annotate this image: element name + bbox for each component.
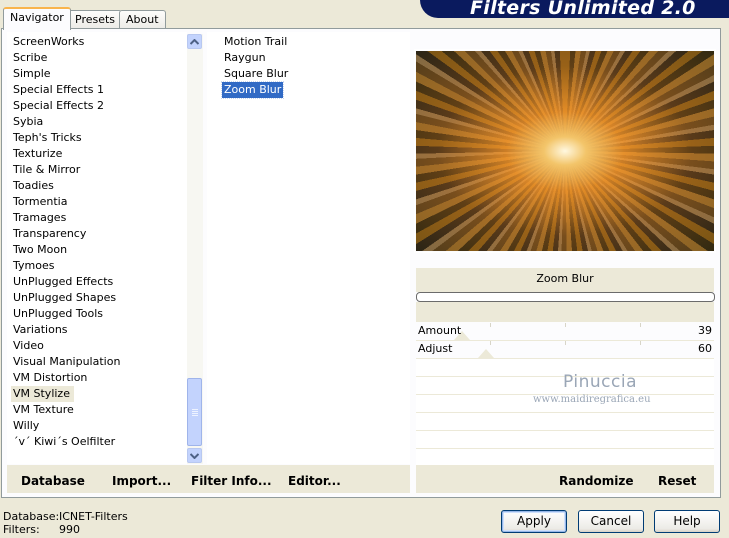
status-database-label: Database: [3, 510, 60, 523]
category-item[interactable]: Willy [13, 418, 39, 434]
help-button[interactable]: Help [654, 510, 720, 533]
category-item[interactable]: Tramages [13, 210, 66, 226]
slider-header [416, 302, 714, 322]
randomize-button[interactable]: Randomize [559, 474, 633, 488]
cancel-button[interactable]: Cancel [578, 510, 644, 533]
preview-filter-name: Zoom Blur [416, 268, 714, 292]
filter-item[interactable]: Raygun [222, 50, 268, 66]
param-row-empty [416, 431, 714, 449]
apply-button[interactable]: Apply [501, 510, 567, 533]
preview-image [416, 51, 714, 251]
category-item[interactable]: Texturize [13, 146, 62, 162]
reset-button[interactable]: Reset [658, 474, 696, 488]
scroll-down-button[interactable] [187, 448, 202, 463]
param-row-amount[interactable]: Amount 39 [416, 323, 714, 341]
filter-item[interactable]: Motion Trail [222, 34, 289, 50]
watermark-url: www.maidiregrafica.eu [533, 394, 651, 405]
chevron-up-icon [190, 38, 199, 45]
category-item[interactable]: Tymoes [13, 258, 54, 274]
tab-presets[interactable]: Presets [68, 10, 123, 29]
param-value[interactable]: 39 [698, 324, 712, 337]
filter-item[interactable]: Square Blur [222, 66, 290, 82]
category-item[interactable]: UnPlugged Tools [13, 306, 103, 322]
category-item[interactable]: Variations [13, 322, 68, 338]
category-item[interactable]: Special Effects 1 [13, 82, 104, 98]
category-item[interactable]: Toadies [13, 178, 54, 194]
category-item[interactable]: Teph's Tricks [13, 130, 82, 146]
param-label: Amount [418, 324, 462, 337]
category-item[interactable]: UnPlugged Effects [13, 274, 113, 290]
category-list[interactable]: ScreenWorks Scribe Simple Special Effects 1… [7, 32, 187, 464]
editor-button[interactable]: Editor... [288, 474, 341, 488]
category-item[interactable]: UnPlugged Shapes [13, 290, 116, 306]
category-item[interactable]: Special Effects 2 [13, 98, 104, 114]
category-item[interactable]: ´v´ Kiwi´s Oelfilter [13, 434, 115, 450]
status-database-value: ICNET-Filters [59, 510, 128, 523]
category-item[interactable]: Simple [13, 66, 51, 82]
scroll-thumb[interactable] [187, 378, 202, 446]
param-row-adjust[interactable]: Adjust 60 [416, 341, 714, 359]
filter-list[interactable]: Motion Trail Raygun Square Blur Zoom Blur [207, 32, 410, 464]
chevron-down-icon [190, 452, 199, 459]
category-item[interactable]: Tile & Mirror [13, 162, 80, 178]
database-button[interactable]: Database [21, 474, 85, 488]
category-item[interactable]: Scribe [13, 50, 47, 66]
category-item[interactable]: Sybia [13, 114, 43, 130]
filter-info-button[interactable]: Filter Info... [191, 474, 272, 488]
category-item[interactable]: VM Texture [13, 402, 74, 418]
progress-bar [416, 292, 715, 302]
category-item[interactable]: VM Stylize [11, 386, 74, 402]
app-title: Filters Unlimited 2.0 [470, 0, 696, 19]
param-label: Adjust [418, 342, 453, 355]
category-scrollbar[interactable] [187, 34, 203, 464]
adjust-slider-marker[interactable] [478, 349, 494, 358]
category-item[interactable]: Visual Manipulation [13, 354, 120, 370]
category-item[interactable]: Video [13, 338, 44, 354]
category-item[interactable]: Transparency [13, 226, 86, 242]
category-item[interactable]: ScreenWorks [13, 34, 84, 50]
watermark-name: Pinuccia [563, 372, 637, 392]
category-item[interactable]: Two Moon [13, 242, 67, 258]
tab-about[interactable]: About [119, 10, 166, 29]
status-filters-value: 990 [59, 523, 80, 536]
param-value[interactable]: 60 [698, 342, 712, 355]
param-row-empty [416, 413, 714, 431]
filter-item[interactable]: Zoom Blur [220, 81, 285, 99]
import-button[interactable]: Import... [112, 474, 171, 488]
status-filters-label: Filters: [3, 523, 40, 536]
category-item[interactable]: Tormentia [13, 194, 67, 210]
category-item[interactable]: VM Distortion [13, 370, 87, 386]
scroll-up-button[interactable] [187, 34, 202, 49]
tab-navigator[interactable]: Navigator [3, 7, 71, 30]
